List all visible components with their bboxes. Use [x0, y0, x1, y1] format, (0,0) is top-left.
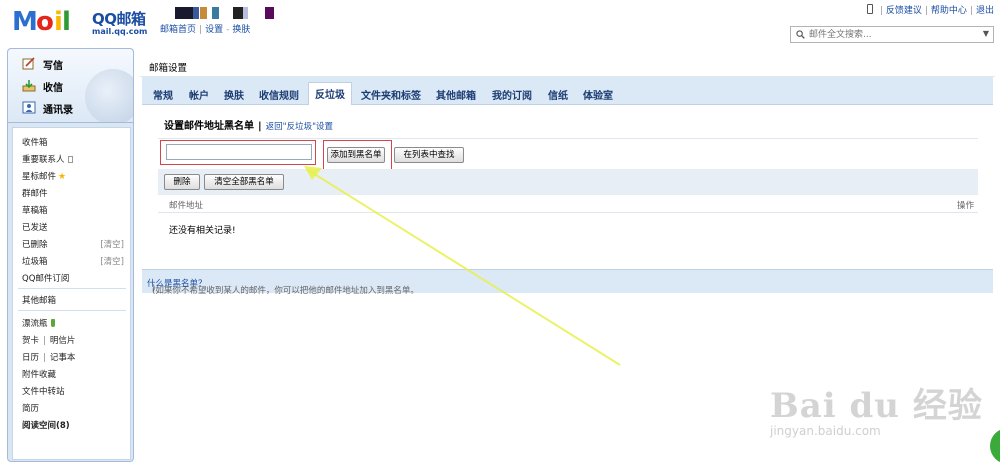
add-to-blacklist-button[interactable]: 添加到黑名单: [327, 147, 385, 163]
delete-button[interactable]: 删除: [164, 174, 200, 190]
search-icon: [796, 30, 805, 39]
receive-label: 收信: [43, 83, 63, 94]
watermark-url: jingyan.baidu.com: [770, 424, 881, 438]
search-input[interactable]: [809, 28, 969, 41]
help-note-text: (如果你不希望收到某人的邮件，你可以把他的邮件地址加入到黑名单。 什么是黑名单？): [147, 277, 419, 296]
mail-search: ▼: [790, 26, 994, 43]
folder-sent[interactable]: 已发送: [22, 221, 48, 233]
decorative-graphic: [85, 69, 133, 122]
star-icon: ★: [58, 172, 67, 182]
find-in-list-button[interactable]: 在列表中查找: [394, 147, 464, 163]
baidu-jingyan-watermark: Bai du 经验 jingyan.baidu.com: [770, 372, 1000, 468]
clear-all-blacklist-button[interactable]: 清空全部黑名单: [204, 174, 284, 190]
folder-vip[interactable]: 重要联系人: [22, 153, 73, 165]
tab-lab[interactable]: 体验室: [583, 83, 613, 105]
tab-general[interactable]: 常规: [153, 83, 173, 105]
folder-deleted[interactable]: 已删除: [22, 238, 48, 250]
app-notebook[interactable]: 记事本: [50, 353, 76, 363]
phone-icon[interactable]: [866, 4, 873, 14]
section-separator: |: [258, 121, 262, 132]
folder-starred-label: 星标邮件: [22, 172, 57, 182]
chevron-down-icon[interactable]: ▼: [983, 29, 989, 38]
blacklist-settings: 设置邮件地址黑名单 | 返回"反垃圾"设置 添加到黑名单 在列表中查找 删除 清空全…: [142, 105, 993, 266]
folder-subscription[interactable]: QQ邮件订阅: [22, 272, 69, 284]
tab-account[interactable]: 帐户: [189, 83, 209, 105]
folder-other-mailboxes[interactable]: 其他邮箱: [22, 294, 56, 306]
blacklist-email-input[interactable]: [166, 144, 312, 160]
tab-antispam[interactable]: 反垃圾: [308, 82, 352, 106]
app-postcard[interactable]: 明信片: [50, 336, 76, 346]
tab-stationery[interactable]: 信纸: [548, 83, 568, 105]
section-header: 设置邮件地址黑名单 | 返回"反垃圾"设置: [164, 117, 333, 132]
folder-group[interactable]: 群邮件: [22, 187, 48, 199]
contact-card-icon: [67, 156, 73, 163]
blacklist-help-note: (如果你不希望收到某人的邮件，你可以把他的邮件地址加入到黑名单。 什么是黑名单？): [142, 269, 993, 296]
add-blacklist-row: 添加到黑名单 在列表中查找: [158, 138, 978, 170]
tab-my-subscriptions[interactable]: 我的订阅: [492, 83, 532, 105]
clear-spam-link[interactable]: [清空]: [100, 255, 124, 267]
column-actions: 操作: [956, 201, 974, 211]
mail-home-link[interactable]: 邮箱首页: [160, 25, 196, 35]
inbox-download-icon: [22, 80, 36, 92]
brand-name: QQ邮箱: [92, 10, 146, 28]
help-note-prefix: (如果你不希望收到某人的邮件，你可以把他的邮件地址加入到黑名单。: [152, 286, 419, 296]
app-calendar[interactable]: 日历: [22, 353, 39, 363]
qq-mail-logo[interactable]: M o i l: [12, 5, 92, 39]
help-link[interactable]: 帮助中心: [931, 6, 967, 16]
top-right-links: | 反馈建议 | 帮助中心 | 退出: [866, 3, 994, 16]
folder-vip-label: 重要联系人: [22, 155, 65, 165]
logo-letter: l: [62, 7, 71, 37]
sidebar: 写信 收信 通讯录 收件箱 重要联系人 星标邮件 ★ 群邮件 草稿箱 已发送 已删…: [7, 48, 134, 462]
page-title: 邮箱设置: [149, 63, 188, 74]
help-note-suffix: ): [152, 284, 156, 294]
skin-link[interactable]: 换肤: [232, 25, 250, 35]
header-sub-links: 邮箱首页 | 设置 - 换肤: [160, 25, 251, 35]
sidebar-actions: 写信 收信 通讯录: [8, 49, 133, 123]
settings-tabs: 常规 帐户 换肤 收信规则 反垃圾 文件夹和标签 其他邮箱 我的订阅 信纸 体验…: [142, 77, 993, 106]
app-drift-bottle[interactable]: 漂流瓶: [22, 317, 55, 329]
feedback-link[interactable]: 反馈建议: [886, 6, 922, 16]
logout-link[interactable]: 退出: [976, 6, 994, 16]
tab-other-mailboxes[interactable]: 其他邮箱: [436, 83, 476, 105]
redacted-username: [160, 7, 280, 19]
folder-divider: [18, 310, 126, 311]
app-resume[interactable]: 简历: [22, 402, 39, 414]
settings-link[interactable]: 设置: [205, 25, 223, 35]
folder-list: 收件箱 重要联系人 星标邮件 ★ 群邮件 草稿箱 已发送 已删除 [清空] 垃圾箱…: [12, 127, 131, 460]
logo-letter: M: [12, 7, 38, 37]
drift-bottle-label: 漂流瓶: [22, 319, 48, 329]
logo-letter: o: [36, 7, 54, 37]
folder-inbox[interactable]: 收件箱: [22, 136, 48, 148]
bottle-icon: [50, 319, 55, 327]
tab-skin[interactable]: 换肤: [224, 83, 244, 105]
tab-mail-rules[interactable]: 收信规则: [259, 83, 299, 105]
section-title: 设置邮件地址黑名单: [164, 121, 254, 132]
app-calendar-row: 日历 | 记事本: [22, 353, 76, 363]
watermark-text: Bai du 经验: [770, 386, 983, 426]
compose-icon: [22, 57, 35, 70]
app-file-transfer[interactable]: 文件中转站: [22, 385, 65, 397]
column-email-address: 邮件地址: [169, 201, 204, 211]
list-header: 邮件地址 操作: [158, 195, 978, 213]
app-reading-space[interactable]: 阅读空间(8): [22, 419, 70, 431]
app-card[interactable]: 贺卡: [22, 336, 39, 346]
folder-divider: [18, 288, 126, 289]
back-to-antispam-link[interactable]: 返回"反垃圾"设置: [266, 122, 333, 132]
folder-starred[interactable]: 星标邮件 ★: [22, 170, 66, 182]
contacts-icon: [22, 101, 36, 114]
empty-list-message: 还没有相关记录!: [169, 226, 236, 236]
app-card-row: 贺卡 | 明信片: [22, 336, 76, 346]
page-title-bar: 邮箱设置: [140, 53, 995, 77]
list-toolbar: 删除 清空全部黑名单: [158, 169, 978, 195]
contacts-label: 通讯录: [43, 105, 73, 116]
folder-drafts[interactable]: 草稿箱: [22, 204, 48, 216]
brand-url: mail.qq.com: [92, 27, 148, 36]
tab-folders-labels[interactable]: 文件夹和标签: [361, 83, 421, 105]
app-attachments[interactable]: 附件收藏: [22, 368, 56, 380]
top-header: M o i l QQ邮箱 mail.qq.com 邮箱首页 | 设置 - 换肤 | 反馈建…: [0, 0, 1000, 46]
clear-deleted-link[interactable]: [清空]: [100, 238, 124, 250]
folder-spam[interactable]: 垃圾箱: [22, 255, 48, 267]
compose-label: 写信: [43, 61, 63, 72]
